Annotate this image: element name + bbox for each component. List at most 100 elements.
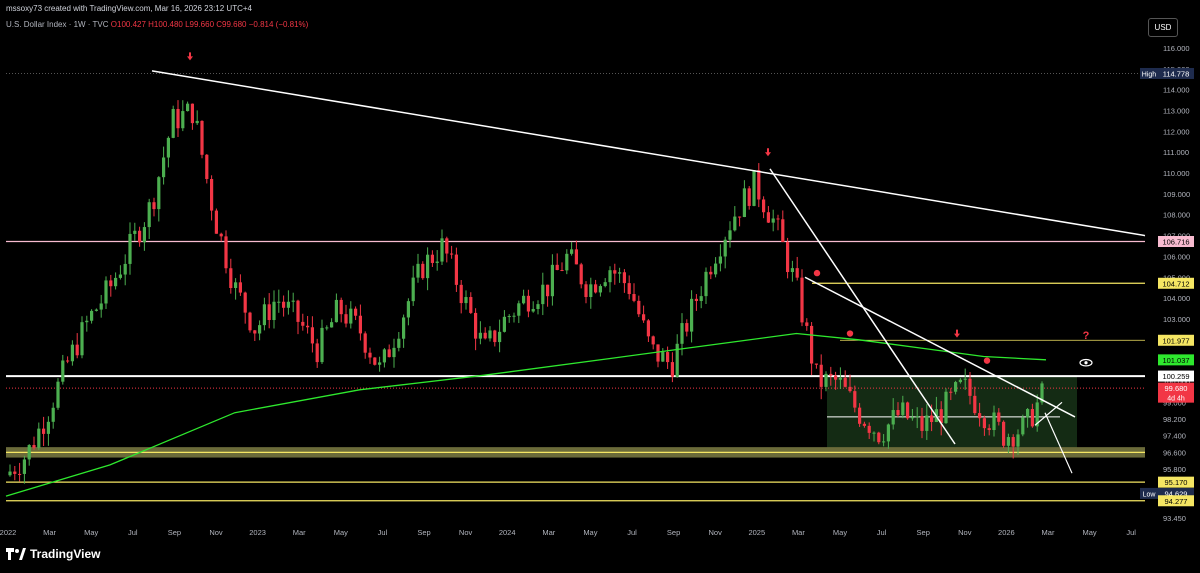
candle-body bbox=[925, 415, 929, 431]
x-tick-label: 2025 bbox=[748, 528, 765, 537]
candle-body bbox=[810, 325, 814, 364]
candle-body bbox=[435, 261, 439, 263]
candle-body bbox=[214, 210, 218, 234]
candle-body bbox=[1021, 417, 1025, 435]
candle-body bbox=[757, 170, 761, 200]
y-tick-label: 114.000 bbox=[1163, 86, 1190, 95]
candle-body bbox=[834, 375, 838, 380]
candle-body bbox=[862, 423, 866, 426]
candle-body bbox=[704, 271, 708, 297]
x-tick-label: Sep bbox=[917, 528, 930, 537]
candle-body bbox=[613, 270, 617, 274]
candle-body bbox=[805, 322, 809, 326]
candle-body bbox=[978, 413, 982, 419]
candle-body bbox=[358, 315, 362, 334]
candle-body bbox=[483, 332, 487, 339]
candle-body bbox=[133, 230, 137, 234]
candle-body bbox=[445, 238, 449, 254]
candle-body bbox=[157, 177, 161, 210]
candle-body bbox=[618, 272, 622, 274]
candle-body bbox=[70, 344, 74, 362]
candle-body bbox=[882, 441, 886, 443]
candle-body bbox=[378, 362, 382, 365]
candle-body bbox=[166, 137, 170, 158]
candle-body bbox=[421, 263, 425, 279]
candle-body bbox=[234, 282, 238, 289]
candle-body bbox=[1016, 434, 1020, 447]
candle-body bbox=[786, 241, 790, 273]
candle-body bbox=[301, 321, 305, 326]
price-label-value: 100.259 bbox=[1162, 372, 1189, 381]
pin-marker-icon bbox=[983, 357, 991, 364]
candle-body bbox=[848, 386, 852, 392]
candle-body bbox=[517, 303, 521, 316]
candle-body bbox=[18, 473, 22, 475]
candle-body bbox=[838, 377, 842, 380]
candle-body bbox=[574, 249, 578, 265]
candle-body bbox=[963, 378, 967, 380]
x-tick-label: Jul bbox=[627, 528, 637, 537]
candle-body bbox=[968, 378, 972, 396]
x-tick-label: 2026 bbox=[998, 528, 1015, 537]
trendline[interactable] bbox=[151, 70, 1146, 237]
candle-body bbox=[690, 298, 694, 332]
price-chart[interactable]: ? 116.000115.000114.000113.000112.000111… bbox=[0, 0, 1200, 573]
candle-body bbox=[382, 349, 386, 363]
candle-body bbox=[258, 325, 262, 334]
candle-body bbox=[80, 322, 84, 356]
candle-body bbox=[570, 249, 574, 254]
candle-body bbox=[195, 120, 199, 124]
x-tick-label: 2022 bbox=[0, 528, 16, 537]
x-tick-label: Mar bbox=[43, 528, 56, 537]
candle-body bbox=[656, 344, 660, 362]
candle-body bbox=[800, 277, 804, 323]
candle-body bbox=[982, 418, 986, 429]
question-mark-annotation: ? bbox=[1083, 330, 1090, 342]
candle-body bbox=[886, 424, 890, 442]
candle-body bbox=[354, 308, 358, 316]
candle-body bbox=[944, 391, 948, 424]
candle-body bbox=[8, 471, 12, 476]
candle-body bbox=[781, 219, 785, 242]
candle-body bbox=[680, 323, 684, 344]
candle-body bbox=[771, 218, 775, 223]
candle-body bbox=[642, 314, 646, 321]
y-tick-label: 96.600 bbox=[1163, 448, 1186, 457]
candle-body bbox=[243, 292, 247, 313]
x-tick-label: May bbox=[1083, 528, 1097, 537]
candle-body bbox=[37, 428, 41, 448]
candle-body bbox=[867, 425, 871, 433]
candle-body bbox=[670, 362, 674, 377]
candle-body bbox=[440, 238, 444, 262]
candle-body bbox=[210, 179, 214, 211]
pin-marker-icon bbox=[846, 330, 854, 337]
candle-body bbox=[334, 299, 338, 323]
candle-body bbox=[666, 352, 670, 363]
range-zone bbox=[827, 376, 1077, 453]
candle-body bbox=[181, 111, 185, 129]
candle-body bbox=[594, 284, 598, 293]
candle-body bbox=[992, 412, 996, 431]
candle-body bbox=[819, 364, 823, 387]
candle-body bbox=[90, 310, 94, 321]
candle-body bbox=[109, 280, 113, 287]
candle-body bbox=[1011, 437, 1015, 447]
price-label-value: 94.277 bbox=[1165, 497, 1188, 506]
candle-body bbox=[853, 391, 857, 408]
candle-body bbox=[128, 233, 132, 264]
candle-body bbox=[99, 303, 103, 310]
candle-body bbox=[310, 327, 314, 344]
candle-body bbox=[733, 216, 737, 231]
candle-body bbox=[824, 373, 828, 387]
x-tick-label: May bbox=[334, 528, 348, 537]
candle-body bbox=[200, 120, 204, 155]
y-tick-label: 97.400 bbox=[1163, 432, 1186, 441]
price-label-value: 95.170 bbox=[1165, 478, 1188, 487]
y-tick-label: 108.000 bbox=[1163, 211, 1190, 220]
candle-body bbox=[987, 428, 991, 431]
price-label-value: 101.037 bbox=[1162, 356, 1189, 365]
x-tick-label: 2024 bbox=[499, 528, 516, 537]
candle-body bbox=[1026, 409, 1030, 418]
candle-body bbox=[930, 415, 934, 423]
candle-body bbox=[262, 304, 266, 326]
